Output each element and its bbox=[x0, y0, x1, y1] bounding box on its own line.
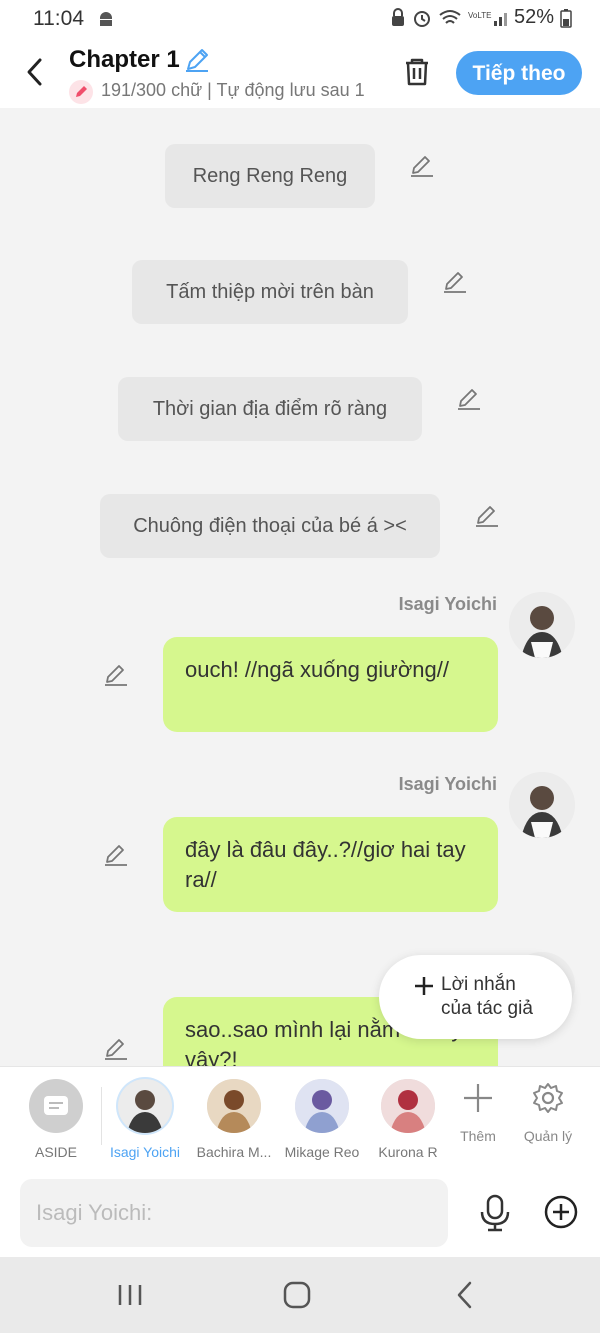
character-bachira[interactable]: Bachira M... bbox=[192, 1079, 276, 1160]
manage-button[interactable]: Quản lý bbox=[518, 1081, 578, 1144]
character-aside[interactable]: ASIDE bbox=[14, 1079, 98, 1160]
home-icon[interactable] bbox=[277, 1277, 317, 1313]
character-isagi[interactable]: Isagi Yoichi bbox=[103, 1079, 187, 1160]
message-bubble[interactable]: đây là đâu đây..?//giơ hai tay ra// bbox=[163, 817, 498, 912]
edit-title-icon[interactable] bbox=[183, 46, 211, 74]
avatar bbox=[509, 772, 575, 838]
avatar bbox=[295, 1079, 349, 1133]
character-name: Mikage Reo bbox=[284, 1144, 360, 1160]
sender-name: Isagi Yoichi bbox=[398, 594, 497, 614]
message-bubble[interactable]: ouch! //ngã xuống giường// bbox=[163, 637, 498, 732]
narration-bubble[interactable]: Thời gian địa điểm rõ ràng bbox=[118, 377, 422, 441]
delete-icon[interactable] bbox=[399, 54, 435, 90]
back-nav-icon[interactable] bbox=[446, 1277, 486, 1313]
edit-icon[interactable] bbox=[103, 662, 129, 688]
sender-name: Isagi Yoichi bbox=[398, 774, 497, 794]
back-button[interactable] bbox=[20, 52, 50, 92]
author-note-button[interactable]: Lời nhắn của tác giả bbox=[379, 955, 572, 1039]
recent-apps-icon[interactable] bbox=[110, 1277, 150, 1313]
avatar bbox=[381, 1079, 435, 1133]
add-circle-icon[interactable] bbox=[543, 1194, 579, 1230]
next-button[interactable]: Tiếp theo bbox=[456, 51, 582, 95]
alarm-icon bbox=[413, 10, 430, 27]
android-icon bbox=[100, 12, 112, 26]
avatar bbox=[509, 592, 575, 658]
battery-percent: 52% bbox=[513, 6, 554, 28]
divider bbox=[101, 1087, 102, 1145]
avatar bbox=[118, 1079, 172, 1133]
edit-icon[interactable] bbox=[409, 153, 435, 179]
svg-text:VoLTE: VoLTE bbox=[468, 11, 491, 20]
editor-header: Chapter 1 191/300 chữ | Tự động lưu sau … bbox=[0, 40, 600, 108]
word-count-status: 191/300 chữ | Tự động lưu sau 1 bbox=[101, 80, 365, 100]
edit-icon[interactable] bbox=[456, 386, 482, 412]
word-count-pencil-icon bbox=[69, 80, 93, 104]
microphone-icon[interactable] bbox=[477, 1193, 513, 1233]
wifi-icon bbox=[439, 9, 461, 24]
narration-bubble[interactable]: Reng Reng Reng bbox=[165, 144, 375, 208]
character-bar: ASIDE Isagi Yoichi Bachira M... Mikage R… bbox=[0, 1066, 600, 1172]
author-note-label: Lời nhắn của tác giả bbox=[441, 974, 533, 1019]
narration-bubble[interactable]: Tấm thiệp mời trên bàn bbox=[132, 260, 408, 324]
edit-icon[interactable] bbox=[442, 269, 468, 295]
system-nav-bar bbox=[0, 1257, 600, 1333]
edit-icon[interactable] bbox=[103, 842, 129, 868]
add-character-button[interactable]: Thêm bbox=[448, 1081, 508, 1144]
aside-icon bbox=[29, 1079, 83, 1133]
character-name: Kurona R bbox=[378, 1144, 438, 1160]
narration-bubble[interactable]: Chuông điện thoại của bé á >< bbox=[100, 494, 440, 558]
character-name: Bachira M... bbox=[196, 1144, 272, 1160]
plus-icon bbox=[464, 1084, 492, 1112]
add-label: Thêm bbox=[460, 1128, 496, 1144]
lock-icon bbox=[391, 7, 404, 26]
status-icons: VoLTE 52% bbox=[390, 6, 572, 29]
edit-icon[interactable] bbox=[474, 503, 500, 529]
manage-label: Quản lý bbox=[523, 1128, 573, 1144]
status-bar: 11:04 VoLTE 52% bbox=[0, 0, 600, 40]
input-bar: Isagi Yoichi: bbox=[0, 1171, 600, 1257]
edit-icon[interactable] bbox=[103, 1036, 129, 1062]
avatar bbox=[207, 1079, 261, 1133]
gear-icon bbox=[533, 1083, 563, 1113]
chat-area[interactable]: Reng Reng Reng Tấm thiệp mời trên bàn Th… bbox=[0, 108, 600, 1066]
status-time: 11:04 bbox=[33, 7, 84, 30]
plus-icon bbox=[415, 977, 433, 995]
character-name: ASIDE bbox=[34, 1144, 77, 1160]
character-name: Isagi Yoichi bbox=[109, 1144, 181, 1160]
chapter-title: Chapter 1 bbox=[69, 46, 180, 73]
character-kurona[interactable]: Kurona R bbox=[366, 1079, 450, 1160]
signal-icon: VoLTE bbox=[468, 11, 507, 26]
battery-icon bbox=[560, 8, 572, 28]
character-mikage[interactable]: Mikage Reo bbox=[280, 1079, 364, 1160]
message-input[interactable]: Isagi Yoichi: bbox=[20, 1179, 448, 1247]
